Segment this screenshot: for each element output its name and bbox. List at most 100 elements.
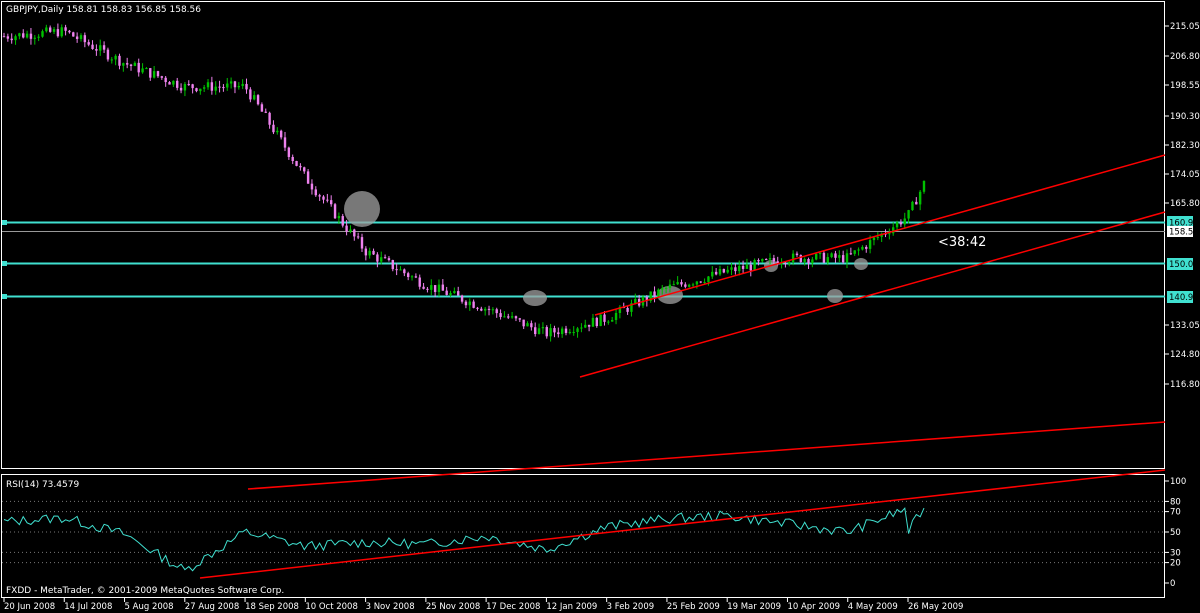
candle-body — [395, 269, 398, 271]
hline-handle-left-1[interactable] — [2, 220, 7, 225]
candle-body — [726, 269, 729, 273]
candle-body — [607, 321, 610, 323]
candle-body — [195, 88, 198, 92]
candle-body — [834, 253, 837, 258]
candle-body — [460, 295, 464, 302]
candle-body — [360, 237, 364, 249]
candle-body — [218, 86, 221, 88]
price-axis: 215.05 206.80 198.55 190.30 182.30 174.05 165.… — [1165, 22, 1200, 390]
candle-body — [468, 301, 471, 306]
highlight-circle — [523, 290, 547, 306]
candle-body — [868, 240, 872, 249]
candle-body — [838, 255, 841, 258]
highlight-circle — [827, 289, 843, 303]
candle-body — [14, 36, 17, 41]
candle-body — [684, 284, 687, 287]
hline-price-labels: 160.97 158.56 150.03 140.99 — [1167, 216, 1199, 303]
rsi-tick-label: 30 — [1170, 548, 1181, 558]
candle-body — [60, 27, 63, 37]
candle-body — [807, 259, 810, 264]
rsi-tick-label: 100 — [1170, 477, 1186, 487]
candle-body — [145, 68, 148, 70]
candle-body — [580, 327, 583, 329]
candle-body — [41, 31, 44, 37]
candle-body — [845, 253, 849, 263]
channel-upper-line[interactable] — [594, 154, 1166, 316]
candle-body — [287, 147, 291, 157]
price-tick-label: 174.05 — [1170, 170, 1200, 180]
candle-body — [202, 87, 206, 89]
candle-body — [68, 30, 71, 33]
rsi-lower-trendline[interactable] — [199, 469, 1166, 579]
candle-body — [895, 222, 899, 228]
candle-body — [803, 259, 806, 262]
candle-body — [122, 63, 125, 66]
countdown-label: <38:42 — [938, 235, 986, 250]
candle-body — [372, 250, 375, 255]
candle-body — [591, 317, 595, 327]
candle-body — [279, 130, 283, 138]
candle-body — [83, 35, 87, 43]
hline-handle-left-2[interactable] — [2, 261, 7, 266]
hline-label: 140.99 — [1169, 293, 1199, 303]
x-tick-label: 20 Jun 2008 — [4, 602, 55, 612]
candle-body — [784, 263, 787, 265]
candle-body — [861, 246, 864, 250]
candle-body — [253, 95, 256, 100]
candle-body — [25, 33, 29, 38]
candle-body — [268, 112, 271, 125]
x-tick-label: 14 Jul 2008 — [64, 602, 112, 612]
candle-body — [918, 191, 922, 205]
candle-body — [510, 316, 514, 318]
candle-body — [491, 309, 495, 311]
candle-body — [310, 183, 314, 190]
candle-body — [876, 236, 880, 238]
candle-body — [572, 331, 575, 333]
candle-body — [349, 229, 352, 232]
rsi-axis: 100 8070 50 3020 0 — [2, 477, 1186, 589]
candle-body — [830, 253, 833, 258]
candle-body — [741, 265, 745, 269]
candle-body — [406, 273, 410, 277]
candle-body — [48, 27, 52, 32]
candle-body — [549, 328, 552, 337]
candle-body — [314, 189, 317, 196]
hline-handle-left-3[interactable] — [2, 294, 7, 299]
candle-body — [734, 267, 737, 272]
candle-body — [857, 249, 860, 251]
candle-body — [541, 327, 545, 329]
candle-body — [822, 252, 826, 263]
candle-body — [6, 36, 10, 39]
candle-body — [664, 287, 668, 289]
candle-body — [187, 84, 190, 86]
x-tick-label: 18 Sep 2008 — [245, 602, 299, 612]
candle-body — [826, 257, 829, 263]
candle-body — [915, 201, 918, 205]
candle-body — [476, 307, 479, 309]
candle-body — [703, 282, 706, 284]
candle-body — [757, 260, 760, 262]
x-axis: 20 Jun 2008 14 Jul 2008 5 Aug 2008 27 Aug 2… — [3, 598, 963, 612]
candle-body — [799, 255, 803, 262]
price-tick-label: 133.05 — [1170, 321, 1200, 331]
candle-body — [356, 236, 360, 238]
x-tick-label: 19 Mar 2009 — [727, 602, 781, 612]
candle-body — [537, 328, 541, 335]
candle-body — [125, 63, 129, 65]
candle-body — [72, 32, 75, 37]
candle-body — [133, 62, 137, 66]
candle-body — [495, 309, 498, 314]
candle-body — [156, 71, 160, 77]
candle-body — [95, 49, 98, 51]
candle-body — [183, 84, 187, 91]
x-tick-label: 25 Feb 2009 — [667, 602, 720, 612]
rsi-upper-trendline[interactable] — [247, 421, 1166, 490]
candle-body — [764, 259, 768, 261]
candle-body — [437, 284, 441, 292]
candle-body — [576, 328, 579, 332]
candle-body — [687, 284, 691, 287]
x-tick-label: 27 Aug 2008 — [185, 602, 239, 612]
candle-body — [322, 196, 325, 200]
candle-body — [237, 86, 241, 88]
candle-body — [791, 253, 795, 263]
